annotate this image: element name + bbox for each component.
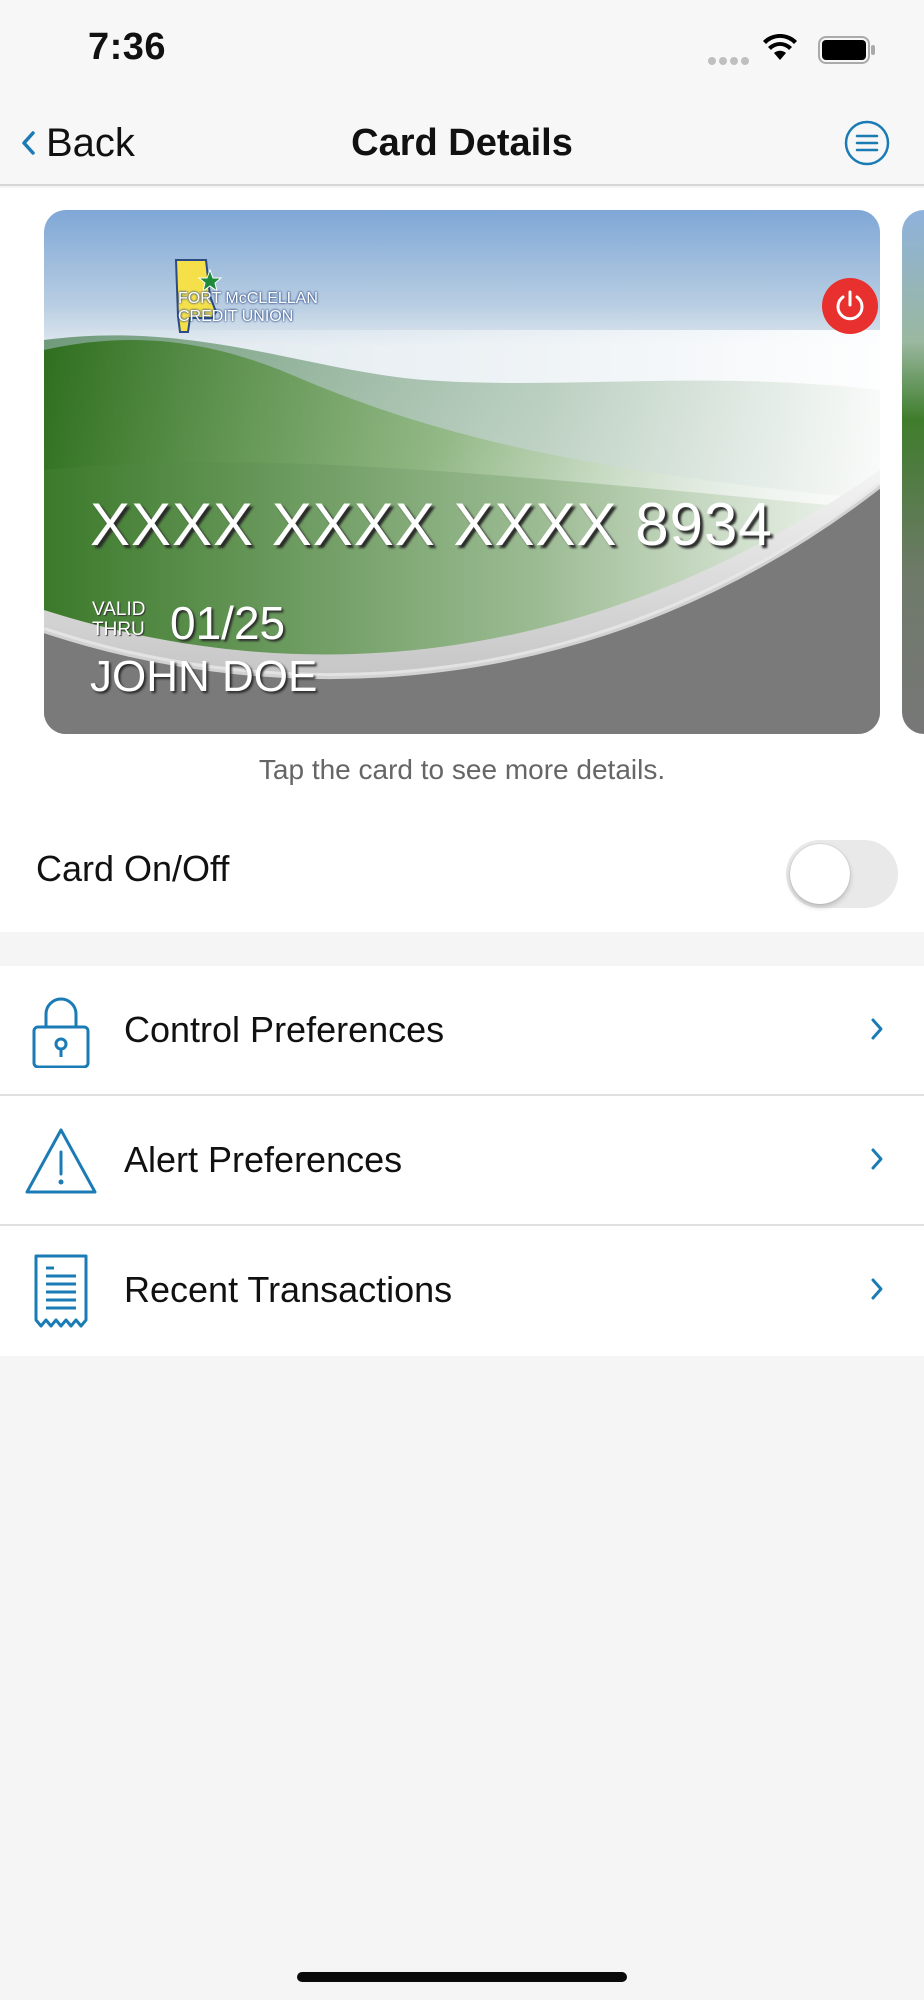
chevron-right-icon	[871, 1018, 883, 1040]
thru-label: THRU	[92, 619, 145, 640]
chevron-right-icon	[871, 1278, 883, 1300]
issuer-name-line2: CREDIT UNION	[178, 308, 294, 325]
alert-preferences-item[interactable]: Alert Preferences	[0, 1096, 924, 1226]
cellular-signal-icon	[708, 52, 752, 70]
next-card-peek[interactable]	[902, 210, 924, 734]
menu-item-label: Control Preferences	[124, 1009, 445, 1050]
status-time: 7:36	[88, 26, 167, 68]
card-toggle-label: Card On/Off	[36, 848, 230, 889]
card-options-list: Control Preferences Alert Preferences Re…	[0, 966, 924, 1356]
card-hint-text: Tap the card to see more details.	[258, 754, 666, 785]
lock-icon	[32, 997, 90, 1068]
menu-item-label: Alert Preferences	[124, 1139, 403, 1180]
navigation-bar: Back Card Details	[0, 100, 924, 186]
cardholder-name: JOHN DOE	[90, 652, 318, 701]
control-preferences-item[interactable]: Control Preferences	[0, 966, 924, 1096]
chevron-right-icon	[871, 1148, 883, 1170]
valid-thru-label: VALID THRU	[92, 600, 146, 640]
home-indicator[interactable]	[297, 1972, 627, 1982]
card-expiry: 01/25	[170, 597, 286, 649]
receipt-icon	[34, 1254, 88, 1328]
credit-union-logo-text: FORT McCLELLAN CREDIT UNION	[178, 290, 318, 326]
menu-icon[interactable]	[844, 120, 890, 166]
card-power-button[interactable]	[822, 278, 878, 334]
card-number: XXXX XXXX XXXX 8934	[90, 491, 773, 558]
card-on-off-switch[interactable]	[786, 840, 898, 908]
power-icon	[836, 290, 864, 321]
menu-item-label: Recent Transactions	[124, 1269, 453, 1310]
warning-icon	[25, 1128, 97, 1194]
switch-knob	[790, 844, 850, 904]
battery-icon	[818, 36, 875, 64]
page-title: Card Details	[351, 122, 573, 164]
status-bar: 7:36	[0, 0, 924, 100]
card-toggle-row: Card On/Off	[0, 812, 924, 932]
recent-transactions-item[interactable]: Recent Transactions	[0, 1226, 924, 1356]
wifi-icon	[763, 34, 797, 60]
valid-label: VALID	[92, 599, 146, 620]
issuer-name-line1: FORT McCLELLAN	[178, 290, 318, 307]
